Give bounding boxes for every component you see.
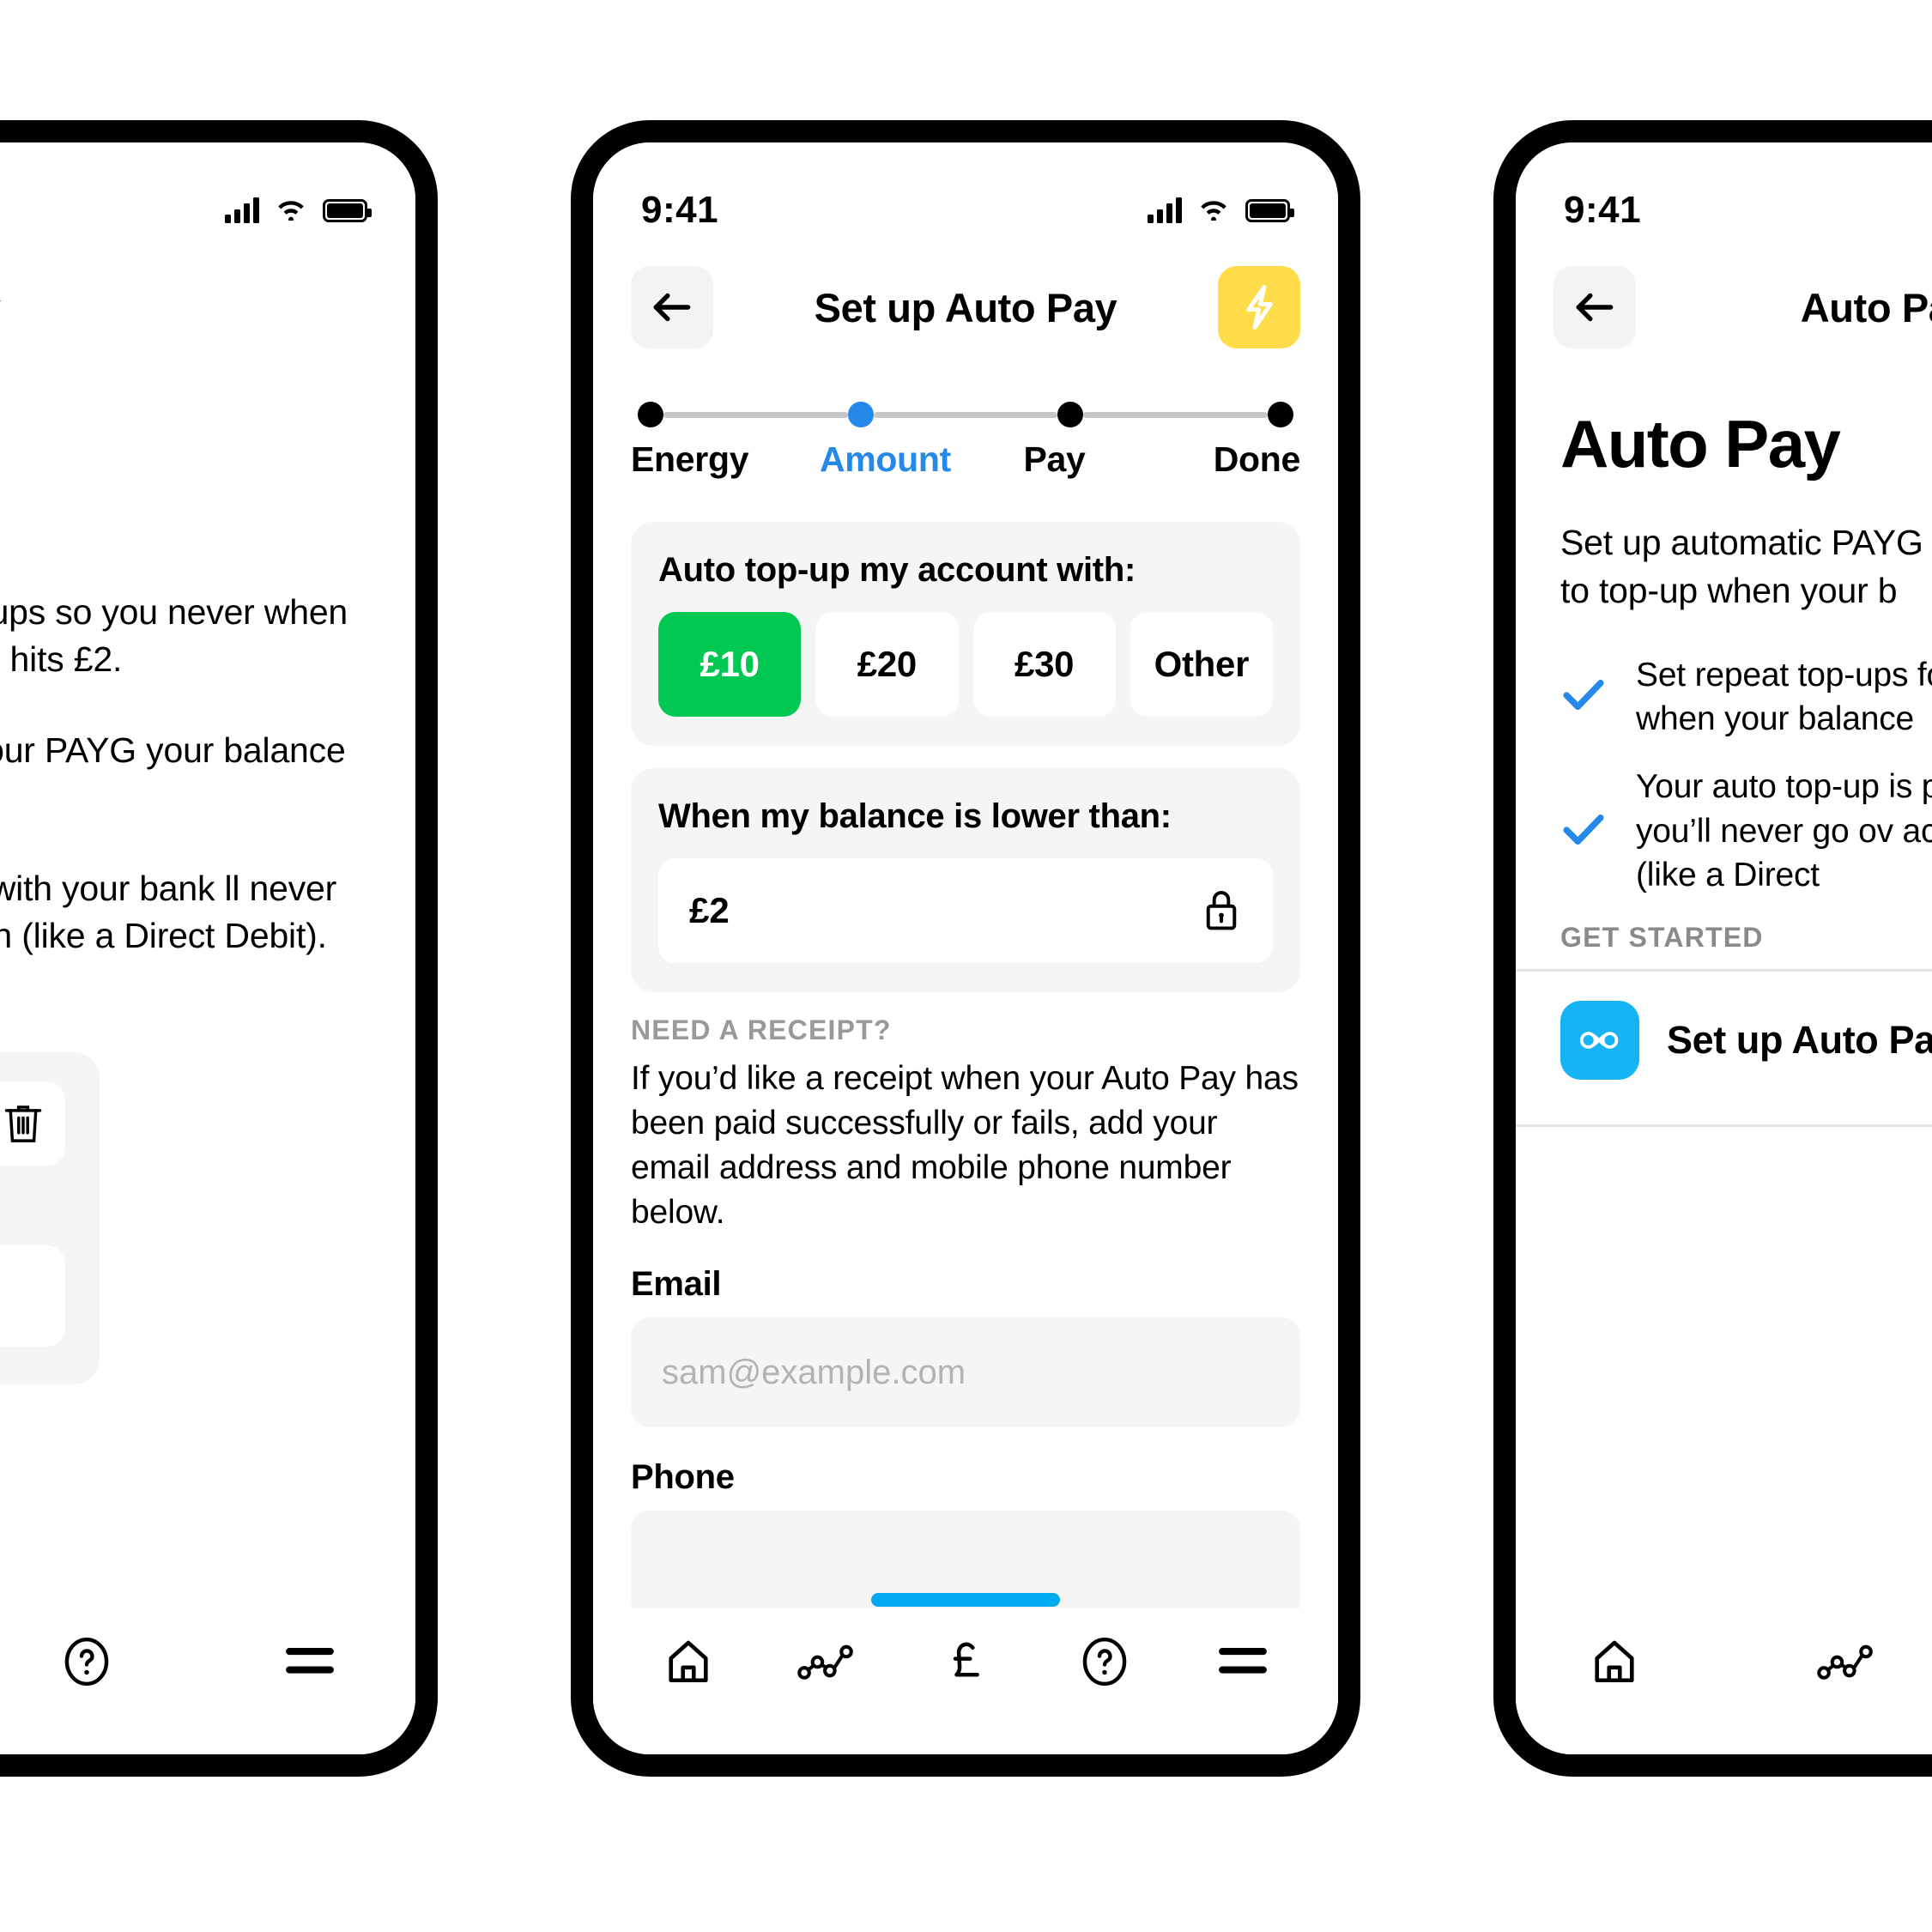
credit-limit-label: Credit limit (0, 1184, 65, 1223)
balance-threshold-card: When my balance is lower than: £2 (631, 768, 1300, 992)
stepper-labels: Energy Amount Pay Done (631, 439, 1300, 480)
delete-button[interactable] (0, 1081, 65, 1166)
topup-amount-options: £10 £20 £30 Other (658, 612, 1273, 717)
cellular-signal-icon (225, 197, 259, 223)
lightning-bolt-button[interactable] (1218, 266, 1300, 348)
tab-menu-left[interactable] (263, 1614, 357, 1709)
status-bar-right: 9:41 (1516, 142, 1932, 247)
topup-amount-card: Auto top-up my account with: £10 £20 £30… (631, 522, 1300, 746)
center-content: Auto top-up my account with: £10 £20 £30… (593, 522, 1338, 1754)
phone-center-screen: 9:41 Set up Auto Pay Energy Amount Pay D… (593, 142, 1338, 1754)
checklist-text: Your auto top-up is paid card, so you’ll… (1636, 768, 1932, 894)
checklist-text: Set repeat top-ups for yo meter when you… (1636, 656, 1932, 737)
check-icon (1560, 675, 1607, 718)
amount-option-20[interactable]: £20 (815, 612, 959, 717)
step-line-3 (1083, 411, 1269, 418)
battery-icon (323, 198, 372, 222)
left-paragraph-3: p-up is paid with your bank ll never go … (0, 869, 337, 955)
right-checklist: Set repeat top-ups for yo meter when you… (1560, 653, 1932, 898)
amount-option-other[interactable]: Other (1130, 612, 1273, 717)
phone-right-frame: 9:41 Auto Pay Auto Pay Set up automatic … (1493, 120, 1932, 1777)
tab-bar-right (1516, 1608, 1932, 1754)
page-title-left: Auto Pay (0, 284, 378, 331)
step-label-energy[interactable]: Energy (631, 439, 795, 480)
checklist-item: Set repeat top-ups for yo meter when you… (1560, 653, 1932, 742)
step-dot-done[interactable] (1268, 402, 1294, 427)
step-label-amount[interactable]: Amount (795, 439, 967, 480)
phone-right-screen: 9:41 Auto Pay Auto Pay Set up automatic … (1516, 142, 1932, 1754)
tab-bar-center (593, 1608, 1338, 1754)
get-started-kicker: GET STARTED (1560, 921, 1764, 953)
step-line-1 (663, 411, 848, 418)
status-icons-center (1148, 197, 1294, 225)
back-button[interactable] (631, 266, 713, 348)
step-dot-pay[interactable] (1057, 402, 1084, 427)
left-paragraph-2: op-ups for your PAYG your balance reache… (0, 730, 346, 771)
balance-threshold-title: When my balance is lower than: (658, 797, 1172, 835)
balance-threshold-value: £2 (689, 890, 730, 930)
check-icon (1560, 810, 1607, 852)
status-bar-center: 9:41 (593, 142, 1338, 247)
step-line-2 (873, 411, 1058, 418)
step-label-done[interactable]: Done (1136, 439, 1301, 480)
tab-help-center[interactable] (1057, 1614, 1152, 1709)
step-dot-amount[interactable] (847, 402, 874, 427)
cellular-signal-icon (1148, 197, 1182, 223)
nav-bar-left: Auto Pay (0, 247, 415, 367)
checklist-item: Your auto top-up is paid card, so you’ll… (1560, 765, 1932, 897)
phone-center-frame: 9:41 Set up Auto Pay Energy Amount Pay D… (571, 120, 1360, 1777)
credit-limit-value[interactable]: £2.00 (0, 1245, 65, 1347)
page-title-right: Auto Pay (1800, 284, 1932, 330)
tab-help-left[interactable] (39, 1614, 134, 1709)
phone-left-frame: Auto Pay c PAYG top-ups so you never whe… (0, 120, 438, 1777)
divider-bottom (1516, 1123, 1932, 1127)
amount-option-10[interactable]: £10 (658, 612, 802, 717)
lock-icon (1201, 884, 1242, 938)
right-intro: Set up automatic PAYG top-u forget to to… (1560, 523, 1932, 610)
infinity-icon (1560, 1000, 1639, 1080)
wifi-icon (1197, 197, 1230, 225)
tab-usage-right[interactable] (1799, 1614, 1893, 1709)
set-up-auto-pay-label: Set up Auto Pay (1667, 1017, 1932, 1062)
battery-icon (1245, 198, 1294, 222)
step-dot-energy[interactable] (638, 402, 663, 427)
tab-menu-center[interactable] (1196, 1614, 1290, 1709)
status-bar-left (0, 142, 415, 247)
page-title-center: Set up Auto Pay (814, 284, 1117, 330)
tab-payments-center[interactable] (918, 1614, 1013, 1709)
nav-bar-center: Set up Auto Pay (593, 247, 1338, 367)
left-paragraph-1: c PAYG top-ups so you never when your ba… (0, 592, 348, 679)
status-icons-left (225, 197, 372, 225)
tab-bar-left (0, 1608, 415, 1754)
stepper-track (631, 402, 1300, 427)
nav-bar-right: Auto Pay (1516, 247, 1932, 367)
setup-stepper: Energy Amount Pay Done (631, 402, 1300, 480)
amount-option-30[interactable]: £30 (972, 612, 1116, 717)
back-button-right[interactable] (1553, 266, 1636, 348)
topup-amount-title: Auto top-up my account with: (658, 551, 1136, 589)
credit-limit-card: Credit limit £2.00 (0, 1052, 100, 1384)
tab-home-right[interactable] (1567, 1614, 1662, 1709)
right-heading: Auto Pay (1560, 406, 1841, 481)
tab-home-center[interactable] (641, 1614, 736, 1709)
email-placeholder: sam@example.com (662, 1353, 966, 1391)
receipt-paragraph: If you’d like a receipt when your Auto P… (631, 1060, 1299, 1231)
status-time-right: 9:41 (1564, 189, 1642, 231)
status-time-center: 9:41 (641, 189, 719, 231)
tab-usage-center[interactable] (779, 1614, 874, 1709)
balance-threshold-field[interactable]: £2 (658, 858, 1273, 963)
home-indicator-center (871, 1593, 1060, 1607)
wifi-icon (275, 197, 307, 225)
step-label-pay[interactable]: Pay (967, 439, 1136, 480)
email-label: Email (631, 1265, 722, 1304)
phone-left-screen: Auto Pay c PAYG top-ups so you never whe… (0, 142, 415, 1754)
phone-label: Phone (631, 1458, 735, 1497)
set-up-auto-pay-row[interactable]: Set up Auto Pay (1516, 972, 1932, 1109)
receipt-kicker: NEED A RECEIPT? (631, 1014, 892, 1045)
email-input[interactable]: sam@example.com (631, 1317, 1300, 1428)
